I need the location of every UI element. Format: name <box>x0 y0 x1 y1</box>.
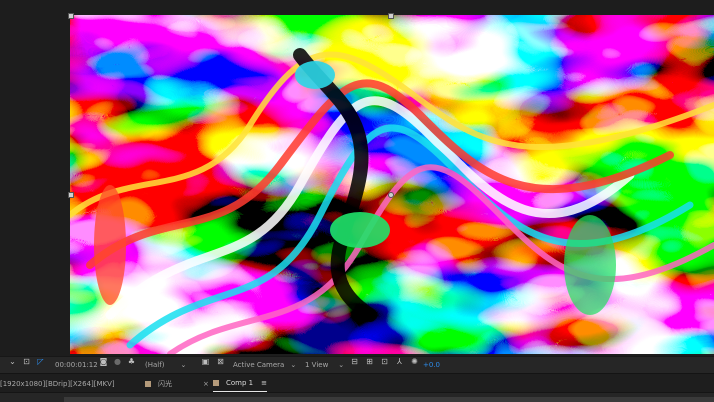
composition-render-image <box>70 15 714 354</box>
transform-handle-top-center[interactable] <box>388 13 394 19</box>
anchor-point-icon[interactable] <box>388 192 394 198</box>
viewer-toolbar: ⌄ ⊡ ◸ 00:00:01:12 ◙ ● ♣ (Half) ⌄ ▣ ⊠ Act… <box>0 356 714 373</box>
fast-previews-icon[interactable]: ▣ <box>201 357 210 366</box>
resolution-dropdown[interactable]: (Half) ⌄ <box>145 357 186 373</box>
tab-flash-comp[interactable]: 闪光 <box>145 374 172 393</box>
channel-color-icon[interactable]: ♣ <box>127 357 136 366</box>
composition-frame[interactable] <box>70 15 714 354</box>
region-of-interest-icon[interactable]: ⊡ <box>22 357 31 366</box>
camera-value: Active Camera <box>233 361 285 369</box>
chevron-down-icon: ⌄ <box>290 361 297 369</box>
tab-comp-1[interactable]: Comp 1 ≡ <box>213 374 267 393</box>
tab-menu-icon[interactable]: ≡ <box>261 379 267 387</box>
transform-handle-middle-left[interactable] <box>68 192 74 198</box>
tab-footage[interactable]: [1920x1080][BDrip][X264][MKV] <box>0 374 115 393</box>
timeline-icon[interactable]: ⊞ <box>365 357 374 366</box>
comp-flowchart-icon[interactable]: ⊡ <box>380 357 389 366</box>
time-ruler[interactable] <box>64 397 714 402</box>
camera-dropdown[interactable]: Active Camera ⌄ <box>233 357 296 373</box>
resolution-value: (Half) <box>145 361 165 369</box>
chevron-down-icon: ⌄ <box>180 361 187 369</box>
view-layout-dropdown[interactable]: 1 View ⌄ <box>305 357 344 373</box>
chevron-down-icon: ⌄ <box>338 361 345 369</box>
view-layout-value: 1 View <box>305 361 329 369</box>
flowchart-icon[interactable]: ⅄ <box>395 357 404 366</box>
show-snapshot-icon[interactable]: ● <box>113 357 122 366</box>
transparency-toggle-icon[interactable]: ⊠ <box>216 357 225 366</box>
transform-handle-top-left[interactable] <box>68 13 74 19</box>
tab-footage-label: [1920x1080][BDrip][X264][MKV] <box>0 379 115 388</box>
composition-viewer[interactable] <box>0 0 714 356</box>
chevron-down-icon[interactable]: ⌄ <box>8 357 17 366</box>
toggle-pixel-aspect-icon[interactable]: ⊟ <box>350 357 359 366</box>
comp-color-swatch <box>213 379 219 386</box>
transparency-grid-icon[interactable]: ◸ <box>36 357 45 366</box>
exposure-value[interactable]: +0.0 <box>423 357 440 373</box>
tab-flash-label: 闪光 <box>158 379 172 388</box>
tab-close-icon[interactable]: × <box>203 374 209 393</box>
tab-comp-1-label: Comp 1 <box>226 378 254 387</box>
comp-color-swatch <box>145 380 151 387</box>
panel-tab-bar: [1920x1080][BDrip][X264][MKV] 闪光 × Comp … <box>0 373 714 393</box>
current-time-display[interactable]: 00:00:01:12 <box>55 357 98 373</box>
camera-snapshot-icon[interactable]: ◙ <box>99 357 108 366</box>
reset-exposure-icon[interactable]: ✺ <box>410 357 419 366</box>
